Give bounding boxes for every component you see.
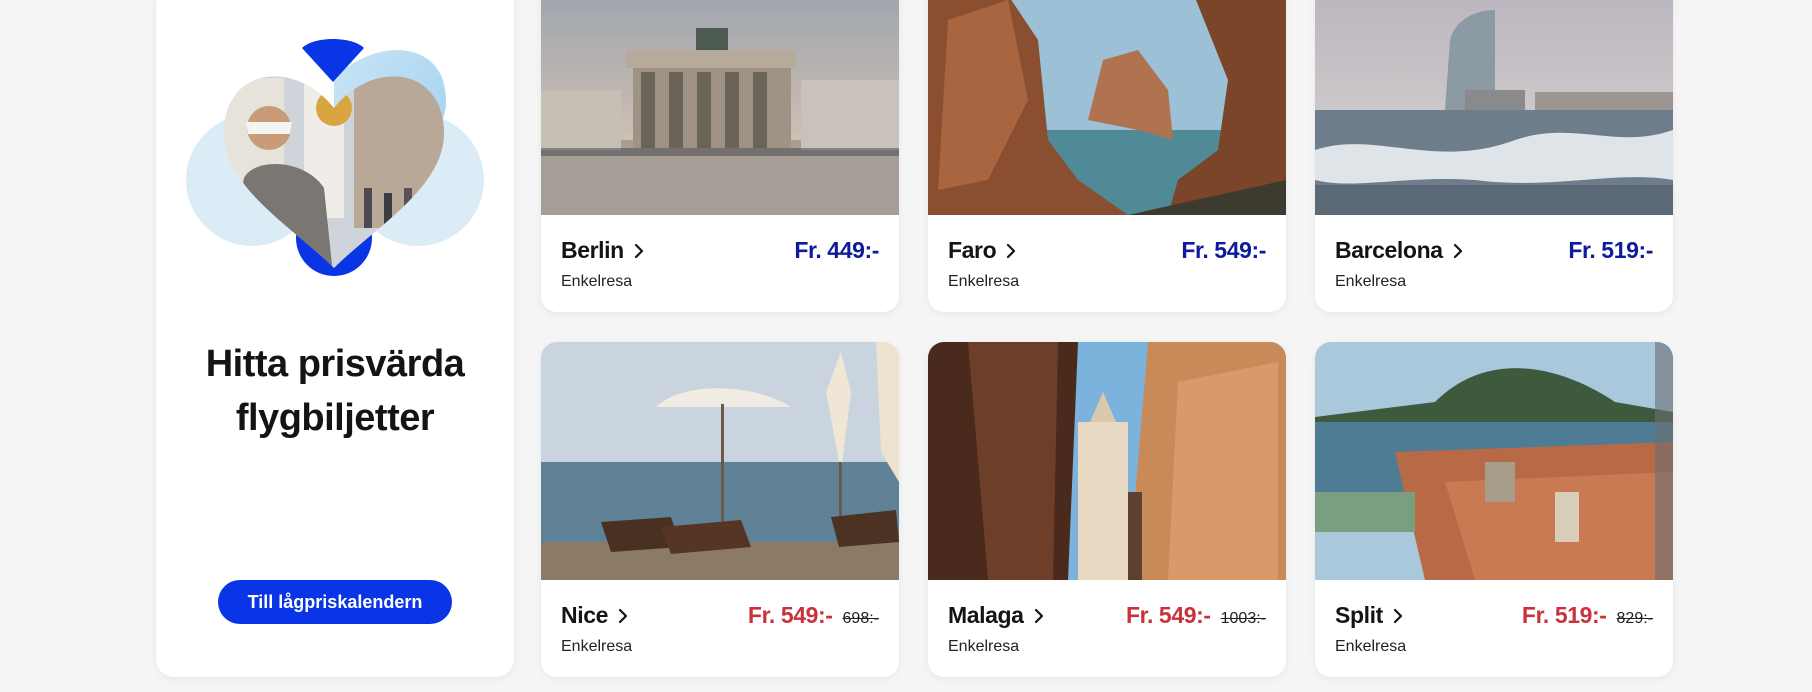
destination-photo-barcelona: [1315, 0, 1673, 215]
destination-price: Fr. 449:-: [794, 237, 879, 263]
destination-city[interactable]: Berlin: [561, 237, 645, 264]
trip-type: Enkelresa: [948, 638, 1020, 655]
price-group: Fr. 549:- 698:-: [748, 602, 879, 629]
price-group: Fr. 449:-: [794, 237, 879, 264]
chevron-right-icon: [634, 243, 643, 258]
destination-photo-split: [1315, 342, 1673, 580]
destination-city[interactable]: Barcelona: [1335, 237, 1464, 264]
destination-photo-nice: [541, 342, 899, 580]
price-group: Fr. 519:-: [1568, 237, 1653, 264]
destination-price: Fr. 519:-: [1521, 602, 1607, 628]
destination-info: Split Fr. 519:- 829:- Enkelresa: [1315, 580, 1673, 677]
hero-illustration: [186, 39, 484, 276]
destination-price: Fr. 549:-: [747, 602, 833, 628]
destination-price: Fr. 519:-: [1568, 237, 1653, 263]
price-group: Fr. 519:- 829:-: [1522, 602, 1653, 629]
destination-info: Nice Fr. 549:- 698:- Enkelresa: [541, 580, 899, 677]
original-price: 829:-: [1616, 610, 1653, 627]
trip-type: Enkelresa: [1335, 273, 1407, 290]
price-group: Fr. 549:- 1003:-: [1126, 602, 1266, 629]
destination-city-label: Nice: [561, 602, 608, 628]
chevron-right-icon: [1393, 608, 1402, 623]
destination-card-malaga[interactable]: Malaga Fr. 549:- 1003:- Enkelresa: [928, 342, 1286, 677]
trip-type: Enkelresa: [948, 273, 1020, 290]
low-price-calendar-button[interactable]: Till lågpriskalendern: [218, 580, 452, 624]
destination-city-label: Split: [1335, 602, 1383, 628]
destination-info: Barcelona Fr. 519:- Enkelresa: [1315, 215, 1673, 312]
chevron-right-icon: [1007, 243, 1016, 258]
destination-card-split[interactable]: Split Fr. 519:- 829:- Enkelresa: [1315, 342, 1673, 677]
chevron-right-icon: [1453, 243, 1462, 258]
original-price: 1003:-: [1220, 610, 1266, 627]
price-group: Fr. 549:-: [1181, 237, 1266, 264]
trip-type: Enkelresa: [561, 638, 633, 655]
destination-photo-faro: [928, 0, 1286, 215]
destination-photo-berlin: [541, 0, 899, 215]
destination-price: Fr. 549:-: [1126, 602, 1211, 628]
destination-city-label: Faro: [948, 237, 997, 263]
destination-city[interactable]: Split: [1335, 602, 1404, 629]
trip-type: Enkelresa: [561, 273, 633, 290]
destination-city[interactable]: Nice: [561, 602, 629, 629]
destination-photo-malaga: [928, 342, 1286, 580]
destination-city-label: Berlin: [561, 237, 624, 263]
destination-info: Faro Fr. 549:- Enkelresa: [928, 215, 1286, 312]
destination-card-barcelona[interactable]: Barcelona Fr. 519:- Enkelresa: [1315, 0, 1673, 312]
chevron-right-icon: [618, 608, 628, 623]
destination-city[interactable]: Malaga: [948, 602, 1045, 629]
promo-title-line1: Hitta prisvärda: [205, 343, 465, 385]
promo-panel: Hitta prisvärda flygbiljetter Till lågpr…: [156, 0, 514, 677]
destination-city-label: Malaga: [948, 602, 1024, 628]
destination-city[interactable]: Faro: [948, 237, 1017, 264]
original-price: 698:-: [842, 610, 879, 627]
destination-card-faro[interactable]: Faro Fr. 549:- Enkelresa: [928, 0, 1286, 312]
destination-card-berlin[interactable]: Berlin Fr. 449:- Enkelresa: [541, 0, 899, 312]
destination-info: Berlin Fr. 449:- Enkelresa: [541, 215, 899, 312]
chevron-right-icon: [1034, 608, 1043, 623]
destination-price: Fr. 549:-: [1181, 237, 1266, 263]
destination-city-label: Barcelona: [1335, 237, 1443, 263]
promo-title: Hitta prisvärda flygbiljetter: [156, 337, 514, 445]
trip-type: Enkelresa: [1335, 638, 1407, 655]
destination-card-nice[interactable]: Nice Fr. 549:- 698:- Enkelresa: [541, 342, 899, 677]
destination-info: Malaga Fr. 549:- 1003:- Enkelresa: [928, 580, 1286, 677]
promo-title-line2: flygbiljetter: [235, 397, 435, 439]
